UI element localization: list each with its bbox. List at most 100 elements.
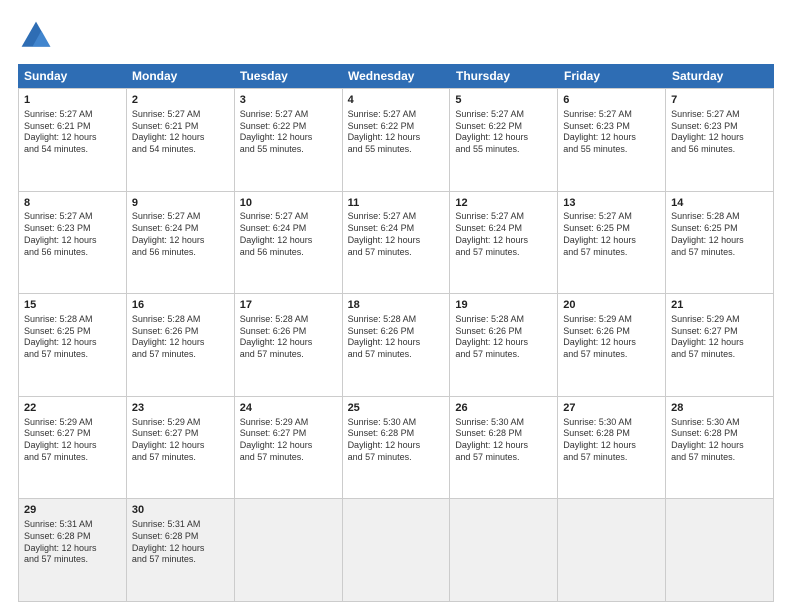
calendar-week-3: 15Sunrise: 5:28 AM Sunset: 6:25 PM Dayli… [19,294,774,397]
day-info: Sunrise: 5:30 AM Sunset: 6:28 PM Dayligh… [348,417,445,464]
day-info: Sunrise: 5:27 AM Sunset: 6:24 PM Dayligh… [132,211,229,258]
day-info: Sunrise: 5:27 AM Sunset: 6:23 PM Dayligh… [671,109,768,156]
calendar-cell-8: 8Sunrise: 5:27 AM Sunset: 6:23 PM Daylig… [19,192,127,294]
day-info: Sunrise: 5:30 AM Sunset: 6:28 PM Dayligh… [563,417,660,464]
day-number: 28 [671,401,768,416]
calendar-cell-24: 24Sunrise: 5:29 AM Sunset: 6:27 PM Dayli… [235,397,343,499]
day-info: Sunrise: 5:27 AM Sunset: 6:23 PM Dayligh… [563,109,660,156]
calendar-week-1: 1Sunrise: 5:27 AM Sunset: 6:21 PM Daylig… [19,89,774,192]
day-number: 22 [24,401,121,416]
day-info: Sunrise: 5:28 AM Sunset: 6:25 PM Dayligh… [671,211,768,258]
day-number: 30 [132,503,229,518]
calendar-cell-6: 6Sunrise: 5:27 AM Sunset: 6:23 PM Daylig… [558,89,666,191]
day-info: Sunrise: 5:27 AM Sunset: 6:25 PM Dayligh… [563,211,660,258]
page: SundayMondayTuesdayWednesdayThursdayFrid… [0,0,792,612]
calendar-header: SundayMondayTuesdayWednesdayThursdayFrid… [18,64,774,88]
weekday-header-thursday: Thursday [450,64,558,88]
calendar-cell-18: 18Sunrise: 5:28 AM Sunset: 6:26 PM Dayli… [343,294,451,396]
day-number: 24 [240,401,337,416]
weekday-header-monday: Monday [126,64,234,88]
calendar-cell-3: 3Sunrise: 5:27 AM Sunset: 6:22 PM Daylig… [235,89,343,191]
calendar-cell-empty [558,499,666,601]
day-info: Sunrise: 5:27 AM Sunset: 6:22 PM Dayligh… [348,109,445,156]
calendar-cell-empty [235,499,343,601]
day-info: Sunrise: 5:27 AM Sunset: 6:21 PM Dayligh… [24,109,121,156]
day-number: 18 [348,298,445,313]
day-number: 12 [455,196,552,211]
day-number: 1 [24,93,121,108]
day-info: Sunrise: 5:28 AM Sunset: 6:25 PM Dayligh… [24,314,121,361]
calendar-cell-empty [343,499,451,601]
day-number: 10 [240,196,337,211]
day-info: Sunrise: 5:27 AM Sunset: 6:24 PM Dayligh… [348,211,445,258]
calendar-cell-9: 9Sunrise: 5:27 AM Sunset: 6:24 PM Daylig… [127,192,235,294]
calendar-cell-5: 5Sunrise: 5:27 AM Sunset: 6:22 PM Daylig… [450,89,558,191]
day-number: 9 [132,196,229,211]
day-number: 11 [348,196,445,211]
day-number: 20 [563,298,660,313]
day-info: Sunrise: 5:28 AM Sunset: 6:26 PM Dayligh… [455,314,552,361]
calendar-cell-30: 30Sunrise: 5:31 AM Sunset: 6:28 PM Dayli… [127,499,235,601]
day-number: 21 [671,298,768,313]
calendar-cell-11: 11Sunrise: 5:27 AM Sunset: 6:24 PM Dayli… [343,192,451,294]
header [18,18,774,54]
calendar-cell-13: 13Sunrise: 5:27 AM Sunset: 6:25 PM Dayli… [558,192,666,294]
day-number: 7 [671,93,768,108]
calendar-cell-empty [450,499,558,601]
day-number: 17 [240,298,337,313]
weekday-header-tuesday: Tuesday [234,64,342,88]
day-info: Sunrise: 5:28 AM Sunset: 6:26 PM Dayligh… [348,314,445,361]
day-number: 16 [132,298,229,313]
day-number: 3 [240,93,337,108]
calendar-cell-16: 16Sunrise: 5:28 AM Sunset: 6:26 PM Dayli… [127,294,235,396]
day-info: Sunrise: 5:29 AM Sunset: 6:27 PM Dayligh… [671,314,768,361]
calendar: SundayMondayTuesdayWednesdayThursdayFrid… [18,64,774,602]
calendar-cell-17: 17Sunrise: 5:28 AM Sunset: 6:26 PM Dayli… [235,294,343,396]
day-info: Sunrise: 5:29 AM Sunset: 6:27 PM Dayligh… [240,417,337,464]
day-info: Sunrise: 5:31 AM Sunset: 6:28 PM Dayligh… [132,519,229,566]
day-info: Sunrise: 5:29 AM Sunset: 6:27 PM Dayligh… [24,417,121,464]
day-number: 19 [455,298,552,313]
day-info: Sunrise: 5:27 AM Sunset: 6:23 PM Dayligh… [24,211,121,258]
day-number: 8 [24,196,121,211]
day-number: 29 [24,503,121,518]
day-number: 27 [563,401,660,416]
calendar-cell-10: 10Sunrise: 5:27 AM Sunset: 6:24 PM Dayli… [235,192,343,294]
calendar-cell-26: 26Sunrise: 5:30 AM Sunset: 6:28 PM Dayli… [450,397,558,499]
day-info: Sunrise: 5:30 AM Sunset: 6:28 PM Dayligh… [455,417,552,464]
calendar-cell-29: 29Sunrise: 5:31 AM Sunset: 6:28 PM Dayli… [19,499,127,601]
weekday-header-friday: Friday [558,64,666,88]
day-number: 5 [455,93,552,108]
calendar-cell-2: 2Sunrise: 5:27 AM Sunset: 6:21 PM Daylig… [127,89,235,191]
calendar-cell-4: 4Sunrise: 5:27 AM Sunset: 6:22 PM Daylig… [343,89,451,191]
calendar-cell-28: 28Sunrise: 5:30 AM Sunset: 6:28 PM Dayli… [666,397,774,499]
day-info: Sunrise: 5:31 AM Sunset: 6:28 PM Dayligh… [24,519,121,566]
day-number: 14 [671,196,768,211]
calendar-cell-20: 20Sunrise: 5:29 AM Sunset: 6:26 PM Dayli… [558,294,666,396]
day-number: 6 [563,93,660,108]
day-info: Sunrise: 5:29 AM Sunset: 6:27 PM Dayligh… [132,417,229,464]
calendar-week-5: 29Sunrise: 5:31 AM Sunset: 6:28 PM Dayli… [19,499,774,602]
day-info: Sunrise: 5:27 AM Sunset: 6:22 PM Dayligh… [455,109,552,156]
logo-icon [18,18,54,54]
day-number: 15 [24,298,121,313]
calendar-cell-22: 22Sunrise: 5:29 AM Sunset: 6:27 PM Dayli… [19,397,127,499]
weekday-header-wednesday: Wednesday [342,64,450,88]
calendar-cell-23: 23Sunrise: 5:29 AM Sunset: 6:27 PM Dayli… [127,397,235,499]
day-number: 2 [132,93,229,108]
day-number: 25 [348,401,445,416]
calendar-cell-27: 27Sunrise: 5:30 AM Sunset: 6:28 PM Dayli… [558,397,666,499]
calendar-week-2: 8Sunrise: 5:27 AM Sunset: 6:23 PM Daylig… [19,192,774,295]
calendar-cell-25: 25Sunrise: 5:30 AM Sunset: 6:28 PM Dayli… [343,397,451,499]
calendar-cell-19: 19Sunrise: 5:28 AM Sunset: 6:26 PM Dayli… [450,294,558,396]
weekday-header-sunday: Sunday [18,64,126,88]
calendar-cell-15: 15Sunrise: 5:28 AM Sunset: 6:25 PM Dayli… [19,294,127,396]
day-number: 13 [563,196,660,211]
day-info: Sunrise: 5:27 AM Sunset: 6:21 PM Dayligh… [132,109,229,156]
day-info: Sunrise: 5:27 AM Sunset: 6:24 PM Dayligh… [240,211,337,258]
day-info: Sunrise: 5:30 AM Sunset: 6:28 PM Dayligh… [671,417,768,464]
day-info: Sunrise: 5:27 AM Sunset: 6:22 PM Dayligh… [240,109,337,156]
calendar-cell-7: 7Sunrise: 5:27 AM Sunset: 6:23 PM Daylig… [666,89,774,191]
calendar-week-4: 22Sunrise: 5:29 AM Sunset: 6:27 PM Dayli… [19,397,774,500]
day-number: 4 [348,93,445,108]
